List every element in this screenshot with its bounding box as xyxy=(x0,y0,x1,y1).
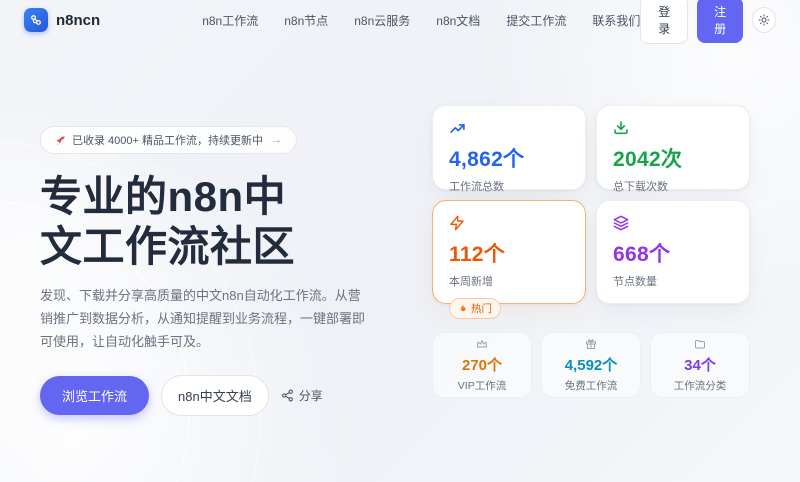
stat-card-total-workflows[interactable]: 4,862个 工作流总数 xyxy=(432,105,586,190)
mini-label: VIP工作流 xyxy=(458,378,506,393)
stat-label: 工作流总数 xyxy=(449,178,569,194)
zap-icon xyxy=(449,214,569,232)
sun-icon xyxy=(758,14,770,26)
stat-card-new-this-week[interactable]: 112个 本周新增 热门 xyxy=(432,200,586,304)
mini-label: 免费工作流 xyxy=(565,378,618,393)
hero-announcement-badge[interactable]: 已收录 4000+ 精品工作流，持续更新中 → xyxy=(40,126,297,154)
folder-icon xyxy=(694,338,706,351)
stat-value: 668个 xyxy=(613,238,733,268)
nav-item-docs[interactable]: n8n文档 xyxy=(436,12,480,29)
hero-badge-text: 已收录 4000+ 精品工作流，持续更新中 xyxy=(72,132,263,148)
stat-label: 节点数量 xyxy=(613,273,733,289)
share-button-label: 分享 xyxy=(299,387,323,404)
trending-up-icon xyxy=(449,119,569,137)
main-nav: n8n工作流 n8n节点 n8n云服务 n8n文档 提交工作流 联系我们 xyxy=(202,12,640,29)
register-button[interactable]: 注册 xyxy=(697,0,743,43)
logo[interactable]: n8ncn xyxy=(24,8,100,32)
download-icon xyxy=(613,119,733,137)
mini-card-vip-workflows[interactable]: 270个 VIP工作流 xyxy=(432,332,532,398)
mini-label: 工作流分类 xyxy=(674,378,727,393)
mini-value: 4,592个 xyxy=(565,354,618,375)
stat-value: 2042次 xyxy=(613,143,733,173)
page-title-line1: 专业的n8n中 xyxy=(40,173,286,220)
rocket-icon xyxy=(55,135,66,146)
stat-value: 4,862个 xyxy=(449,143,569,173)
hero-description: 发现、下载并分享高质量的中文n8n自动化工作流。从营销推广到数据分析，从通知提醒… xyxy=(40,285,372,353)
stat-card-node-count[interactable]: 668个 节点数量 xyxy=(596,200,750,304)
share-button[interactable]: 分享 xyxy=(281,387,323,404)
stat-label: 本周新增 xyxy=(449,273,569,289)
page-title-line2: 文工作流社区 xyxy=(40,223,295,270)
stats-panel: 4,862个 工作流总数 2042次 总下载次数 112个 本周新增 xyxy=(432,105,750,398)
stat-value: 112个 xyxy=(449,238,569,268)
theme-toggle-button[interactable] xyxy=(752,7,776,33)
stat-card-total-downloads[interactable]: 2042次 总下载次数 xyxy=(596,105,750,190)
layers-icon xyxy=(613,214,733,232)
nav-item-cloud[interactable]: n8n云服务 xyxy=(354,12,410,29)
docs-button[interactable]: n8n中文文档 xyxy=(161,375,269,416)
navbar-actions: 登录 注册 xyxy=(640,0,776,44)
hero-actions: 浏览工作流 n8n中文文档 分享 xyxy=(40,375,380,416)
nav-item-contact[interactable]: 联系我们 xyxy=(592,12,640,29)
hero-section: 已收录 4000+ 精品工作流，持续更新中 → 专业的n8n中 文工作流社区 发… xyxy=(40,126,380,416)
hot-badge: 热门 xyxy=(449,298,501,319)
stats-grid: 4,862个 工作流总数 2042次 总下载次数 112个 本周新增 xyxy=(432,105,750,304)
share-nodes-icon xyxy=(281,389,294,402)
brand-name: n8ncn xyxy=(56,12,100,29)
logo-nodes-icon xyxy=(24,8,48,32)
mini-card-workflow-categories[interactable]: 34个 工作流分类 xyxy=(650,332,750,398)
flame-icon xyxy=(458,303,467,314)
mini-stats-row: 270个 VIP工作流 4,592个 免费工作流 34个 工作流分类 xyxy=(432,332,750,398)
arrow-right-icon: → xyxy=(271,134,282,146)
nav-item-submit[interactable]: 提交工作流 xyxy=(506,12,566,29)
gift-icon xyxy=(585,338,597,351)
navbar: n8ncn n8n工作流 n8n节点 n8n云服务 n8n文档 提交工作流 联系… xyxy=(0,0,800,40)
browse-workflows-button[interactable]: 浏览工作流 xyxy=(40,376,149,415)
login-button[interactable]: 登录 xyxy=(640,0,688,44)
page-title: 专业的n8n中 文工作流社区 xyxy=(40,172,380,271)
nav-item-workflows[interactable]: n8n工作流 xyxy=(202,12,258,29)
nav-item-nodes[interactable]: n8n节点 xyxy=(284,12,328,29)
stat-label: 总下载次数 xyxy=(613,178,733,194)
mini-value: 34个 xyxy=(684,354,716,375)
mini-value: 270个 xyxy=(462,354,502,375)
mini-card-free-workflows[interactable]: 4,592个 免费工作流 xyxy=(541,332,641,398)
hot-badge-label: 热门 xyxy=(471,301,492,316)
crown-icon xyxy=(476,338,488,351)
